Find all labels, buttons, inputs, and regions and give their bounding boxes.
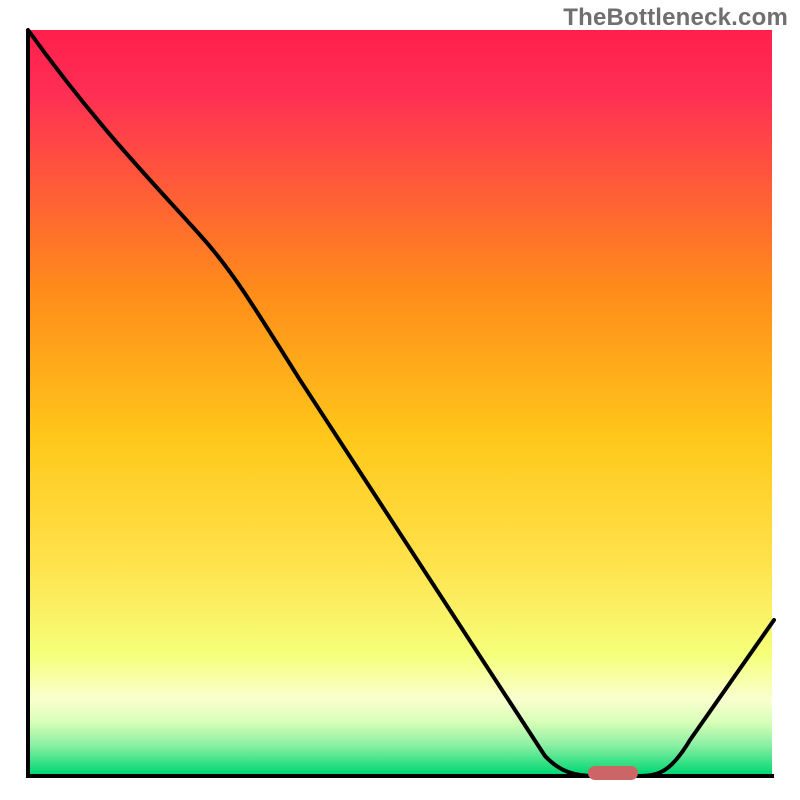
watermark-text: TheBottleneck.com [563, 4, 788, 32]
bottleneck-chart [0, 0, 800, 800]
chart-container: TheBottleneck.com [0, 0, 800, 800]
optimal-marker [588, 766, 638, 780]
plot-background [28, 30, 772, 774]
